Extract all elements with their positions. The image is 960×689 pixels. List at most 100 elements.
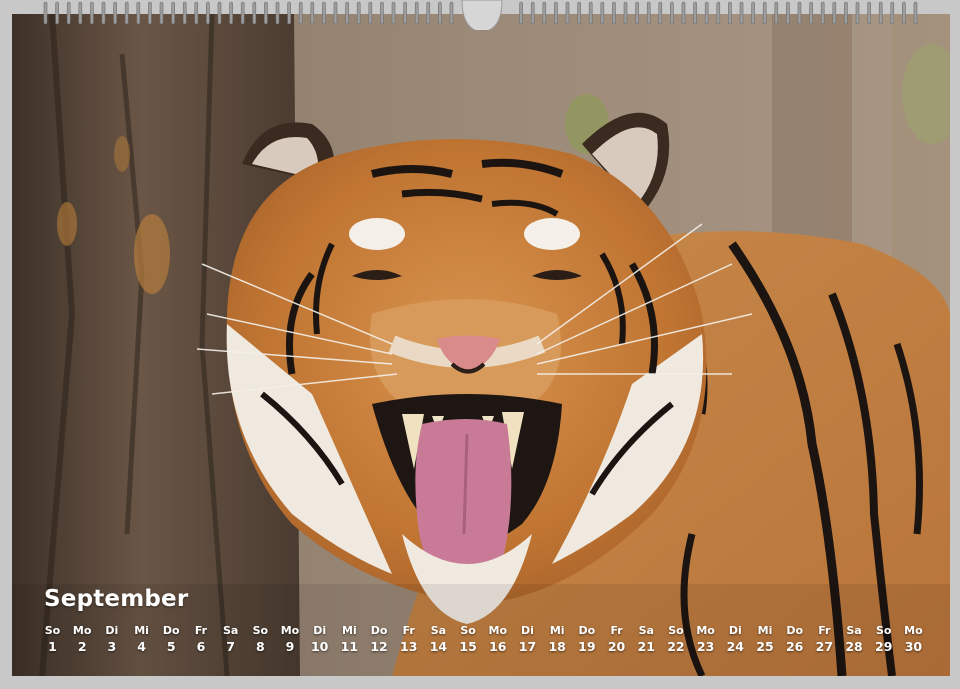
date-number: 17	[518, 639, 537, 654]
binding-ring	[530, 1, 535, 25]
binding-ring	[356, 1, 361, 25]
spiral-binding-icon	[0, 0, 960, 33]
binding-ring	[681, 1, 686, 25]
day-cell: Do 5	[157, 624, 186, 655]
weekday-label: Sa	[846, 624, 862, 637]
binding-ring	[438, 1, 442, 25]
weekday-label: Mo	[280, 624, 300, 637]
date-number: 10	[310, 639, 329, 654]
date-number: 26	[785, 639, 804, 654]
date-number: 5	[166, 639, 176, 654]
day-cell: Mo 23	[691, 624, 720, 655]
day-cell: So 22	[661, 624, 690, 655]
binding-ring	[565, 1, 570, 25]
day-cell: Di 24	[721, 624, 750, 655]
day-strip: So 1 Mo 2 Di 3 Mi 4 Do 5 Fr 6 Sa 7 So 8 Mo 9 Di 10 Mi 11 Do 12 F…	[38, 624, 928, 655]
date-number: 24	[726, 639, 745, 654]
weekday-label: Fr	[610, 624, 623, 637]
weekday-label: Do	[370, 624, 388, 637]
binding-ring	[890, 1, 895, 25]
binding-ring	[90, 1, 94, 25]
day-cell: So 15	[454, 624, 483, 655]
date-number: 21	[637, 639, 655, 654]
day-cell: Fr 13	[394, 624, 423, 655]
date-number: 27	[815, 639, 834, 654]
binding-ring	[902, 1, 906, 25]
weekday-label: Di	[313, 624, 327, 637]
day-cell: Sa 7	[216, 624, 245, 655]
binding-ring	[217, 1, 222, 25]
day-cell: Fr 27	[810, 624, 839, 655]
binding-ring	[716, 1, 721, 25]
calendar-page: September So 1 Mo 2 Di 3 Mi 4 Do 5 Fr 6 Sa 7 So 8 Mo 9 Di 1…	[0, 0, 960, 689]
binding-ring	[322, 1, 326, 25]
weekday-label: So	[876, 624, 892, 637]
weekday-label: Sa	[638, 624, 654, 637]
day-cell: Do 19	[572, 624, 601, 655]
weekday-label: Do	[786, 624, 804, 637]
weekday-label: Mo	[488, 624, 508, 637]
binding-ring	[670, 1, 674, 25]
binding-ring	[762, 1, 767, 25]
date-number: 11	[340, 639, 359, 654]
day-cell: So 8	[246, 624, 275, 655]
date-number: 23	[696, 639, 715, 654]
day-cell: Mo 30	[899, 624, 928, 655]
binding-ring	[101, 1, 106, 25]
date-number: 3	[107, 639, 117, 654]
weekday-label: Sa	[222, 624, 239, 637]
weekday-label: Mi	[757, 624, 773, 637]
day-cell: Mi 4	[127, 624, 156, 655]
binding-ring	[623, 1, 628, 25]
weekday-label: So	[460, 624, 476, 637]
binding-ring	[206, 1, 210, 25]
weekday-label: Sa	[430, 624, 447, 637]
binding-ring	[774, 1, 779, 25]
day-cell: Mi 25	[751, 624, 780, 655]
binding-ring	[855, 1, 860, 25]
binding-ring	[797, 1, 802, 25]
binding-ring	[345, 1, 349, 25]
binding-ring	[43, 1, 48, 25]
date-number: 19	[578, 639, 596, 654]
date-number: 28	[845, 639, 863, 654]
binding-ring	[298, 1, 303, 25]
date-number: 7	[226, 639, 235, 654]
binding-ring	[449, 1, 454, 25]
date-number: 15	[459, 639, 477, 654]
day-cell: Fr 6	[186, 624, 215, 655]
weekday-label: Do	[162, 624, 180, 637]
binding-ring	[78, 1, 83, 25]
binding-ring	[554, 1, 558, 25]
binding-ring	[577, 1, 581, 25]
binding-ring	[693, 1, 697, 25]
date-number: 4	[137, 639, 146, 654]
day-cell: So 29	[869, 624, 898, 655]
binding-ring	[832, 1, 837, 25]
spiral-binding	[0, 0, 960, 33]
binding-ring	[240, 1, 245, 25]
hanger-notch	[461, 0, 503, 33]
binding-ring	[820, 1, 825, 25]
day-cell: Mo 16	[483, 624, 512, 655]
date-number: 2	[77, 639, 87, 654]
binding-ring	[426, 1, 431, 25]
day-cell: Di 17	[513, 624, 542, 655]
weekday-label: So	[252, 624, 269, 637]
weekday-label: Do	[578, 624, 596, 637]
date-number: 18	[548, 639, 566, 654]
date-number: 13	[400, 639, 418, 654]
binding-ring	[878, 1, 883, 25]
binding-ring	[635, 1, 639, 25]
binding-ring	[739, 1, 744, 25]
weekday-label: So	[668, 624, 684, 637]
binding-ring	[310, 1, 315, 25]
day-cell: Mo 2	[68, 624, 97, 655]
weekday-label: Mo	[904, 624, 923, 637]
binding-ring	[658, 1, 663, 25]
tiger-image	[12, 14, 950, 676]
binding-ring	[704, 1, 709, 25]
binding-ring	[751, 1, 755, 25]
binding-ring	[519, 1, 523, 25]
binding-ring	[391, 1, 396, 25]
